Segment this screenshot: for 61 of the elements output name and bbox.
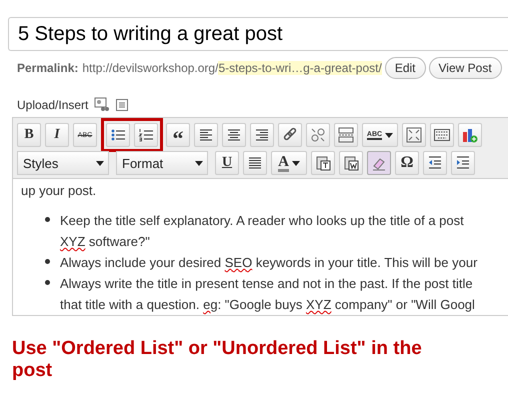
fullscreen-icon bbox=[406, 127, 422, 143]
align-right-button[interactable] bbox=[250, 123, 274, 147]
list-item-text: XYZ software?" bbox=[60, 233, 151, 251]
outdent-icon bbox=[427, 155, 443, 171]
unlink-button[interactable] bbox=[306, 123, 330, 147]
underline-button[interactable]: U bbox=[215, 151, 239, 175]
keyboard-icon bbox=[434, 127, 450, 143]
paste-word-button[interactable] bbox=[339, 151, 363, 175]
chart-button[interactable] bbox=[458, 123, 482, 147]
italic-button[interactable]: I bbox=[45, 123, 69, 147]
bullet-icon bbox=[45, 280, 50, 285]
list-item-text: that title with a question. eg: "Google buys XYZ company" or "Will Googl bbox=[60, 296, 475, 314]
keyboard-button[interactable] bbox=[430, 123, 454, 147]
bullets-icon bbox=[110, 127, 126, 143]
indent-icon bbox=[455, 155, 471, 171]
dropdown[interactable]: Format bbox=[116, 151, 208, 175]
paste-text-icon bbox=[315, 155, 331, 171]
unlink-icon bbox=[310, 127, 326, 143]
paragraph-text: up your post. bbox=[21, 183, 98, 198]
quote-button[interactable]: “ bbox=[166, 123, 190, 147]
document-icon[interactable] bbox=[116, 98, 128, 110]
permalink-label: Permalink: bbox=[17, 61, 78, 75]
align-center-button[interactable] bbox=[222, 123, 246, 147]
bullet-icon bbox=[45, 259, 50, 264]
bullet-icon bbox=[45, 217, 50, 222]
title-field[interactable]: 5 Steps to writing a great post bbox=[8, 17, 508, 51]
caption-text: Use "Ordered List" or "Unordered List" in the post bbox=[12, 338, 423, 382]
list-item-text: Always include your desired SEO keywords in your title. This will be your bbox=[60, 254, 478, 272]
permalink-button[interactable]: View Post bbox=[428, 57, 502, 79]
align-center-icon bbox=[226, 127, 242, 143]
bold-button[interactable]: B bbox=[17, 123, 41, 147]
fullscreen-button[interactable] bbox=[402, 123, 426, 147]
omega-button[interactable]: Ω bbox=[395, 151, 419, 175]
list-item-text: Keep the title self explanatory. A reader who looks up the title of a post bbox=[60, 212, 464, 230]
align-left-button[interactable] bbox=[194, 123, 218, 147]
caret-icon bbox=[96, 160, 104, 166]
link-button[interactable] bbox=[278, 123, 302, 147]
justify-icon bbox=[247, 155, 263, 171]
media-icon[interactable] bbox=[94, 97, 110, 112]
chart-icon bbox=[462, 127, 478, 143]
dropdown[interactable]: Styles bbox=[17, 151, 109, 175]
caret-icon bbox=[195, 160, 203, 166]
bullets-button[interactable] bbox=[106, 123, 130, 147]
permalink-url: http://devilsworkshop.org/ bbox=[82, 61, 218, 75]
link-icon bbox=[282, 127, 298, 143]
permalink-slug[interactable]: 5-steps-to-wri…g-a-great-post/ bbox=[218, 61, 382, 75]
list-item-text: Always write the title in present tense and not in the past. If the post title bbox=[60, 275, 474, 293]
align-left-icon bbox=[198, 127, 214, 143]
paste-text-button[interactable] bbox=[311, 151, 335, 175]
numbers-button[interactable] bbox=[134, 123, 158, 147]
align-right-icon bbox=[254, 127, 270, 143]
permalink-button[interactable]: Edit bbox=[384, 57, 426, 79]
paste-word-icon bbox=[343, 155, 359, 171]
text-color-button[interactable]: A bbox=[271, 151, 307, 175]
caret-icon bbox=[292, 160, 300, 166]
caret-icon bbox=[385, 132, 394, 138]
indent-button[interactable] bbox=[451, 151, 475, 175]
numbers-icon bbox=[138, 127, 154, 143]
upload-insert-label: Upload/Insert bbox=[17, 98, 88, 112]
outdent-button[interactable] bbox=[423, 151, 447, 175]
justify-button[interactable] bbox=[243, 151, 267, 175]
